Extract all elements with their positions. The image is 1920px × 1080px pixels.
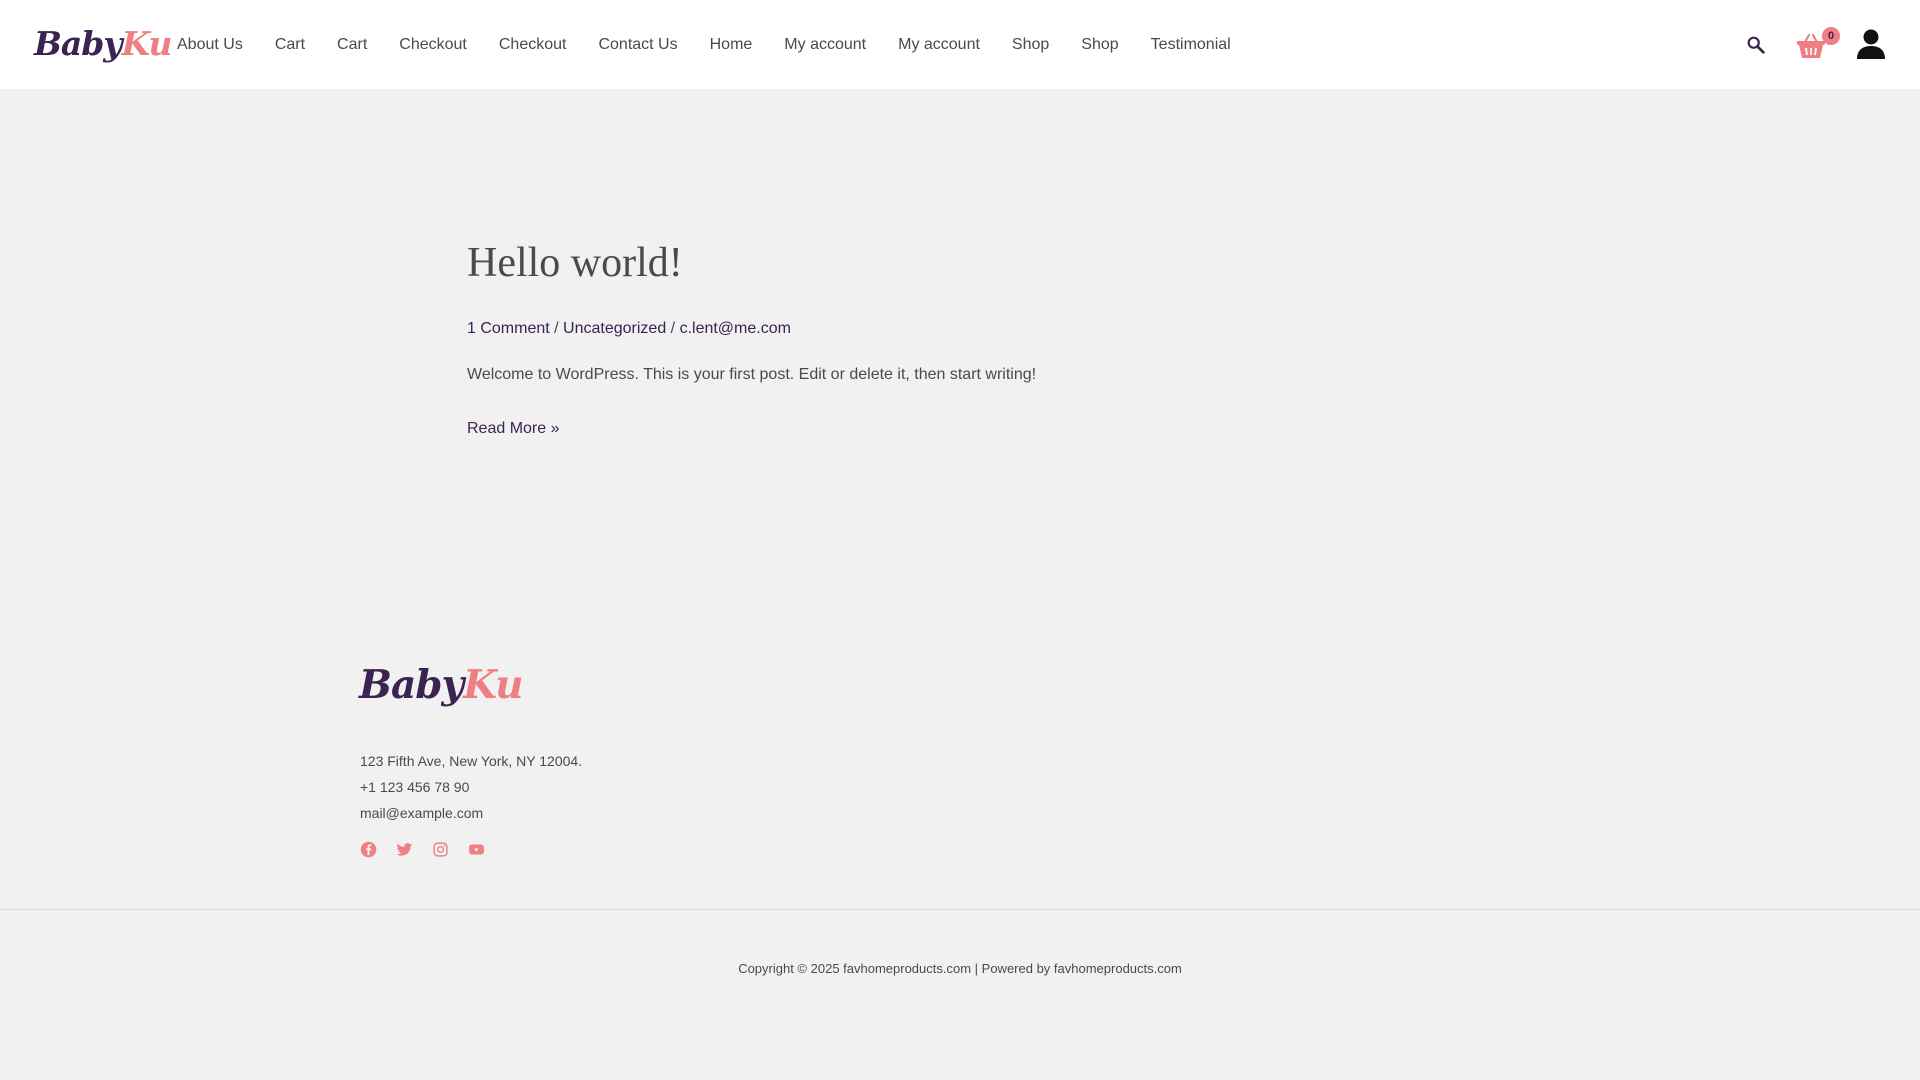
logo-text-ku: Ku: [463, 662, 523, 708]
nav-item-shop[interactable]: Shop: [996, 36, 1065, 54]
nav-item-contact-us[interactable]: Contact Us: [582, 36, 693, 54]
meta-separator: /: [549, 320, 564, 338]
nav-item-checkout-2[interactable]: Checkout: [483, 36, 583, 54]
nav-item-checkout[interactable]: Checkout: [383, 36, 483, 54]
post-excerpt: Welcome to WordPress. This is your first…: [467, 366, 1037, 384]
blog-post: Hello world! 1 Comment / Uncategorized /…: [467, 240, 1367, 438]
site-logo[interactable]: Baby Ku: [34, 24, 172, 63]
facebook-icon[interactable]: [360, 841, 377, 858]
main-nav: About Us Cart Cart Checkout Checkout Con…: [161, 0, 1247, 89]
post-meta: 1 Comment / Uncategorized / c.lent@me.co…: [467, 320, 1367, 338]
footer-phone: +1 123 456 78 90: [360, 779, 470, 795]
nav-item-about-us[interactable]: About Us: [161, 36, 259, 54]
read-more-link[interactable]: Read More »: [467, 420, 560, 438]
footer-address: 123 Fifth Ave, New York, NY 12004.: [360, 753, 583, 769]
footer-logo[interactable]: Baby Ku: [359, 662, 524, 708]
nav-item-my-account[interactable]: My account: [768, 36, 882, 54]
search-icon[interactable]: [1745, 34, 1767, 56]
site-header: Baby Ku About Us Cart Cart Checkout Check…: [0, 0, 1920, 89]
social-links: [360, 841, 485, 858]
user-icon[interactable]: [1856, 28, 1886, 60]
youtube-icon[interactable]: [468, 841, 485, 858]
nav-item-home[interactable]: Home: [694, 36, 769, 54]
logo-text-baby: Baby: [34, 24, 123, 63]
post-title[interactable]: Hello world!: [467, 240, 1367, 286]
nav-item-cart[interactable]: Cart: [259, 36, 321, 54]
instagram-icon[interactable]: [432, 841, 449, 858]
meta-separator: /: [666, 320, 680, 338]
logo-text-baby: Baby: [359, 662, 464, 708]
copyright-text: Copyright © 2025 favhomeproducts.com | P…: [738, 961, 1182, 976]
nav-item-shop-2[interactable]: Shop: [1065, 36, 1134, 54]
post-category-link[interactable]: Uncategorized: [563, 320, 666, 337]
twitter-icon[interactable]: [396, 841, 413, 858]
cart-count-badge: 0: [1822, 27, 1840, 45]
footer-divider: [0, 909, 1920, 910]
nav-item-testimonial[interactable]: Testimonial: [1135, 36, 1247, 54]
footer-contact: 123 Fifth Ave, New York, NY 12004. +1 12…: [360, 748, 582, 826]
post-comments-link[interactable]: 1 Comment: [467, 320, 550, 337]
footer-email: mail@example.com: [360, 805, 484, 821]
nav-item-cart-2[interactable]: Cart: [321, 36, 383, 54]
nav-item-my-account-2[interactable]: My account: [882, 36, 996, 54]
post-author-link[interactable]: c.lent@me.com: [680, 320, 791, 337]
